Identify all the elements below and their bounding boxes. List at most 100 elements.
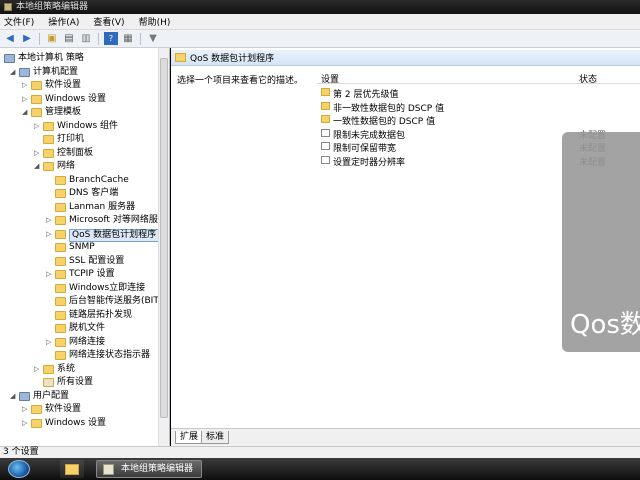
tree-node[interactable]: ▷ 软件设置 [0,79,158,93]
tree-node[interactable]: ▷ QoS 数据包计划程序 [0,228,160,242]
menu-action[interactable]: 操作(A) [48,15,79,28]
expand-arrow-icon[interactable]: ▷ [22,82,29,89]
folder-icon [31,405,42,414]
tree-node[interactable]: Lanman 服务器 [0,201,158,215]
menu-file[interactable]: 文件(F) [4,15,34,28]
up-folder-icon[interactable]: ▣ [45,32,59,45]
column-state[interactable]: 状态 [579,72,597,85]
expand-arrow-icon[interactable]: ▷ [34,122,41,130]
collapse-arrow-icon[interactable]: ◢ [34,163,41,170]
tree-node[interactable]: ◢ 网络 [0,160,158,174]
tree-node[interactable]: 网络连接状态指示器 [0,349,158,363]
folder-icon [321,115,330,123]
toolbar-separator [98,32,99,45]
tab-extended[interactable]: 扩展 [175,431,204,444]
setting-row[interactable]: 非一致性数据包的 DSCP 值 [317,100,640,114]
expand-arrow-icon[interactable]: ▷ [46,271,53,278]
tree-scrollbar[interactable] [158,48,169,446]
details-header-title: QoS 数据包计划程序 [190,54,275,64]
policy-setting-icon [321,155,330,164]
setting-label: 非一致性数据包的 DSCP 值 [333,103,445,114]
folder-icon [55,351,66,360]
menu-help[interactable]: 帮助(H) [139,15,171,28]
expand-arrow-icon[interactable]: ▷ [46,230,53,238]
computer-icon [19,391,30,401]
tree-node[interactable]: SSL 配置设置 [0,255,158,269]
tree-node[interactable]: ▷ Microsoft 对等网络服务 [0,214,167,228]
overlay-text: Qos数 [570,310,640,340]
menu-view[interactable]: 查看(V) [93,15,124,28]
folder-icon [55,310,66,320]
folder-icon [55,243,66,252]
filter-icon[interactable]: ▼ [146,32,160,45]
setting-row[interactable]: 一致性数据包的 DSCP 值 [317,113,640,127]
tree-node[interactable]: ▷ 控制面板 [0,147,158,161]
tree-node-label: 后台智能传送服务(BITS) [69,296,169,306]
tree-node[interactable]: ◢ 管理模板 [0,106,158,120]
tree-root[interactable]: 本地计算机 策略 [0,52,158,66]
tree-node[interactable]: 所有设置 [0,376,158,390]
tree-node-label: Windows立即连接 [69,282,146,293]
setting-label: 第 2 层优先级值 [333,90,399,100]
tree-node-label: Windows 设置 [45,93,107,104]
taskbar: 本地组策略编辑器 [0,458,640,480]
start-button[interactable] [8,460,30,478]
export-icon[interactable]: ▥ [79,32,93,45]
taskbar-app-button[interactable]: 本地组策略编辑器 [96,460,202,478]
tree-node[interactable]: 打印机 [0,133,158,147]
folder-icon [55,324,66,333]
tree-node[interactable]: BranchCache [0,174,158,188]
folder-icon [55,256,66,266]
tree-node[interactable]: ▷ 网络连接 [0,336,158,350]
status-text: 3 个设置 [3,447,39,457]
folder-icon [321,88,330,96]
view-tabs: 扩展 标准 [171,428,640,446]
tree-node[interactable]: ▷ TCPIP 设置 [0,268,158,282]
folder-icon [31,108,42,117]
help-icon[interactable]: ? [104,32,118,45]
tree-node[interactable]: 后台智能传送服务(BITS) [0,295,168,309]
tree-node-label: 网络连接状态指示器 [69,350,151,360]
tree-node-label: 网络 [57,161,76,171]
tree-node[interactable]: ◢ 用户配置 [0,390,158,404]
back-arrow-icon[interactable]: ◀ [3,32,17,45]
expand-arrow-icon[interactable]: ▷ [22,419,29,427]
status-bar: 3 个设置 [0,446,640,458]
tree-node[interactable]: ▷ 软件设置 [0,403,158,417]
expand-arrow-icon[interactable]: ▷ [22,95,29,103]
folder-icon [43,121,54,131]
tab-standard[interactable]: 标准 [201,431,230,444]
expand-arrow-icon[interactable]: ▷ [22,406,29,413]
collapse-arrow-icon[interactable]: ◢ [22,109,29,116]
folder-icon [321,101,330,110]
expand-arrow-icon[interactable]: ▷ [46,217,53,224]
setting-row[interactable]: 第 2 层优先级值 [317,86,640,100]
tree-node-label: 所有设置 [57,377,94,387]
tree-node[interactable]: Windows立即连接 [0,282,158,296]
tree-node-label: SSL 配置设置 [69,255,125,266]
app-icon [4,2,12,11]
column-setting[interactable]: 设置 [321,72,339,85]
show-hide-tree-icon[interactable]: ▤ [62,32,76,45]
forward-arrow-icon[interactable]: ▶ [20,32,34,45]
folder-icon [43,364,54,374]
tree-node[interactable]: SNMP [0,241,158,255]
collapse-arrow-icon[interactable]: ◢ [10,68,17,76]
setting-label: 设置定时器分辨率 [333,157,406,168]
tree-node[interactable]: ▷ 系统 [0,363,158,377]
tree-node-label: 软件设置 [45,80,82,90]
collapse-arrow-icon[interactable]: ◢ [10,392,17,400]
tree-node[interactable]: DNS 客户端 [0,187,158,201]
tree-scrollbar-thumb[interactable] [160,58,168,418]
explorer-taskbar-icon[interactable] [60,460,84,478]
expand-arrow-icon[interactable]: ▷ [34,149,41,157]
tree-node[interactable]: ▷ Windows 组件 [0,120,158,134]
expand-arrow-icon[interactable]: ▷ [46,338,53,346]
properties-icon[interactable]: ▦ [121,32,135,45]
tree-node[interactable]: 脱机文件 [0,322,158,336]
tree-node[interactable]: ▷ Windows 设置 [0,417,158,431]
tree-node[interactable]: 链路层拓扑发现 [0,309,158,323]
expand-arrow-icon[interactable]: ▷ [34,365,41,373]
tree-node[interactable]: ◢ 计算机配置 [0,66,158,80]
tree-node[interactable]: ▷ Windows 设置 [0,93,158,107]
